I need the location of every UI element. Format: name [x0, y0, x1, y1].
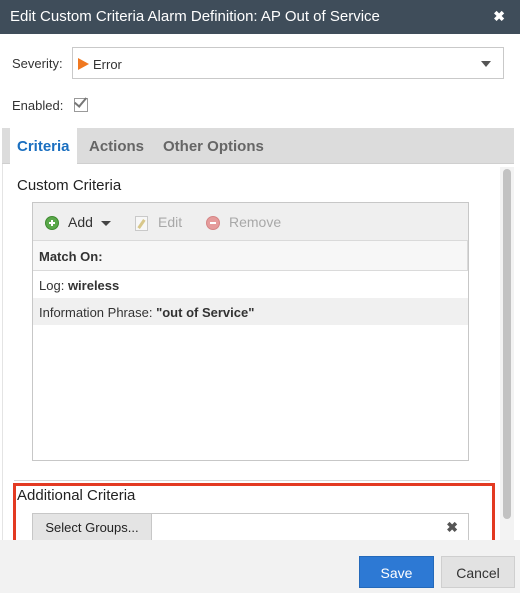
enabled-checkbox[interactable] — [73, 94, 88, 112]
chevron-down-icon[interactable] — [481, 61, 491, 67]
tab-actions[interactable]: Actions — [82, 128, 151, 164]
add-button[interactable]: Add — [68, 214, 93, 230]
add-icon[interactable] — [45, 216, 59, 230]
severity-value: Error — [93, 57, 122, 72]
scrollbar-thumb[interactable] — [503, 169, 511, 519]
tab-criteria[interactable]: Criteria — [10, 128, 77, 165]
row-value: "out of Service" — [156, 305, 255, 320]
dialog-title: Edit Custom Criteria Alarm Definition: A… — [10, 8, 380, 25]
row-key: Information Phrase: — [39, 305, 153, 320]
grid-header: Match On: — [33, 241, 468, 271]
column-header-match-on: Match On: — [39, 249, 103, 264]
select-groups-field: Select Groups... ✖ — [32, 513, 469, 542]
row-cell: Log: wireless — [39, 278, 119, 293]
edit-button[interactable]: Edit — [158, 214, 182, 230]
remove-icon — [206, 216, 220, 230]
severity-select[interactable]: Error — [72, 47, 504, 79]
check-icon — [73, 94, 88, 108]
table-row[interactable]: Information Phrase: "out of Service" — [33, 298, 468, 325]
cancel-button[interactable]: Cancel — [441, 556, 515, 588]
tab-bar: Criteria Actions Other Options — [2, 128, 514, 165]
save-button[interactable]: Save — [359, 556, 434, 588]
tab-other-options[interactable]: Other Options — [156, 128, 271, 164]
chevron-down-icon[interactable] — [101, 221, 111, 226]
flag-icon — [78, 58, 89, 70]
additional-criteria-title: Additional Criteria — [17, 487, 136, 504]
close-icon[interactable]: ✖ — [493, 8, 505, 25]
row-value: wireless — [67, 278, 120, 293]
criteria-grid: Add Edit Remove Match On: Log: wireless … — [32, 202, 469, 461]
enabled-label: Enabled: — [12, 98, 64, 113]
remove-button[interactable]: Remove — [229, 214, 281, 230]
table-row[interactable]: Log: wireless — [33, 271, 468, 298]
row-key: Log: — [39, 278, 65, 293]
custom-criteria-title: Custom Criteria — [17, 177, 122, 194]
select-groups-button[interactable]: Select Groups... — [33, 514, 152, 541]
severity-label: Severity: — [12, 56, 63, 71]
dialog-titlebar: Edit Custom Criteria Alarm Definition: A… — [0, 0, 520, 34]
column-divider — [467, 241, 468, 271]
section-divider — [14, 480, 490, 481]
edit-icon — [135, 216, 148, 231]
row-cell: Information Phrase: "out of Service" — [39, 305, 254, 320]
clear-icon[interactable]: ✖ — [446, 519, 458, 536]
grid-toolbar: Add Edit Remove — [33, 203, 468, 241]
